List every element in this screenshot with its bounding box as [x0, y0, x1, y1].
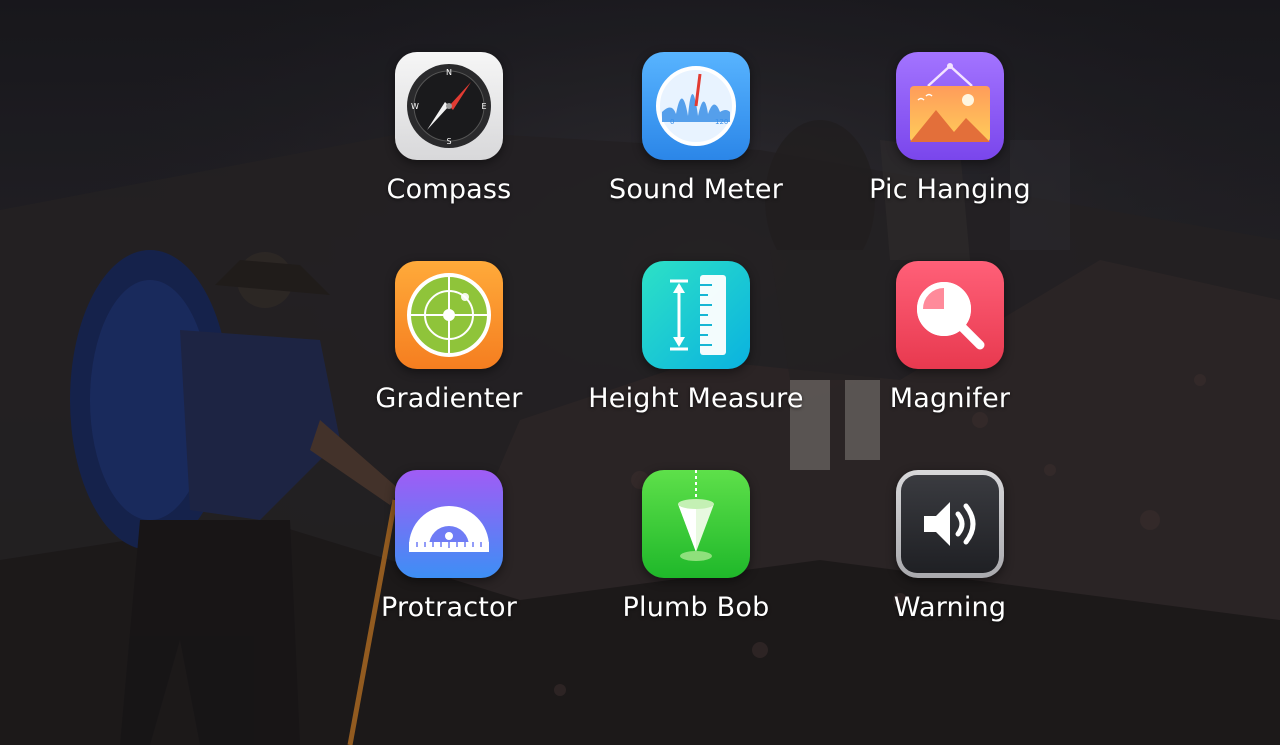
app-grid: N S W E Compass 120 0 Sound Meter Pic Ha… — [0, 0, 1280, 745]
app-label: Plumb Bob — [622, 592, 770, 623]
app-label: Pic Hanging — [869, 174, 1031, 205]
app-sound-meter[interactable]: 120 0 Sound Meter — [576, 52, 816, 232]
compass-icon: N S W E — [395, 52, 503, 160]
app-plumb-bob[interactable]: Plumb Bob — [576, 470, 816, 650]
plumb-bob-icon — [642, 470, 750, 578]
protractor-icon — [395, 470, 503, 578]
picture-frame-icon — [896, 52, 1004, 160]
app-pic-hanging[interactable]: Pic Hanging — [830, 52, 1070, 232]
app-compass[interactable]: N S W E Compass — [329, 52, 569, 232]
svg-text:N: N — [446, 68, 452, 77]
speaker-warning-icon — [896, 470, 1004, 578]
svg-text:S: S — [446, 137, 451, 146]
svg-text:E: E — [481, 102, 486, 111]
app-protractor[interactable]: Protractor — [329, 470, 569, 650]
app-label: Warning — [893, 592, 1007, 623]
app-gradienter[interactable]: Gradienter — [329, 261, 569, 441]
app-warning[interactable]: Warning — [830, 470, 1070, 650]
level-icon — [395, 261, 503, 369]
svg-text:0: 0 — [670, 118, 674, 126]
svg-text:W: W — [411, 102, 419, 111]
app-label: Gradienter — [375, 383, 523, 414]
sound-meter-icon: 120 0 — [642, 52, 750, 160]
app-magnifer[interactable]: Magnifer — [830, 261, 1070, 441]
app-label: Protractor — [380, 592, 518, 623]
svg-text:120: 120 — [715, 118, 728, 126]
magnifier-icon — [896, 261, 1004, 369]
app-label: Height Measure — [588, 383, 804, 414]
app-label: Compass — [386, 174, 512, 205]
app-label: Magnifer — [889, 383, 1011, 414]
app-height-measure[interactable]: Height Measure — [576, 261, 816, 441]
ruler-height-icon — [642, 261, 750, 369]
app-label: Sound Meter — [608, 174, 783, 205]
